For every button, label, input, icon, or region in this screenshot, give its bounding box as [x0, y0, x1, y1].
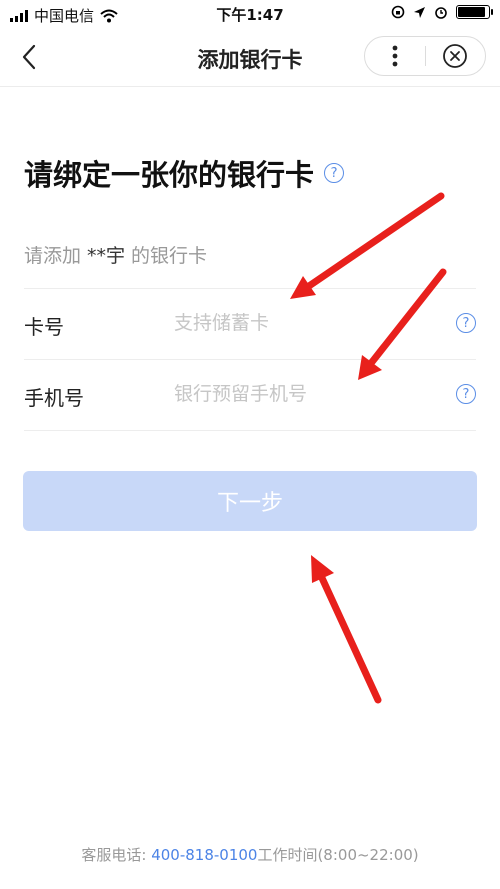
annotation-arrow-card: [290, 192, 445, 299]
card-number-input[interactable]: [174, 307, 424, 339]
help-icon[interactable]: ?: [324, 163, 345, 183]
card-number-label: 卡号: [24, 315, 64, 339]
phone-row: 手机号 ?: [24, 359, 476, 430]
more-vertical-icon: [392, 45, 398, 67]
navigation-bar: 添加银行卡: [0, 28, 500, 87]
service-hours: 工作时间(8:00~22:00): [257, 846, 419, 864]
divider: [24, 430, 476, 431]
phone-help-icon[interactable]: ?: [456, 384, 476, 404]
phone-input[interactable]: [174, 378, 424, 410]
service-phone-link[interactable]: 400-818-0100: [151, 846, 257, 864]
battery-icon: [456, 5, 493, 19]
bind-subtitle: 请添加 **宇 的银行卡: [24, 241, 207, 268]
alarm-icon: [435, 7, 447, 19]
card-number-row: 卡号 ?: [24, 288, 476, 359]
status-bar: 中国电信 下午1:47: [0, 0, 500, 28]
annotation-arrows: [290, 192, 447, 704]
location-icon: [414, 6, 425, 18]
cardholder-name: **宇: [87, 245, 126, 267]
card-number-help-icon[interactable]: ?: [456, 313, 476, 333]
subtitle-suffix: 的银行卡: [131, 245, 208, 267]
orientation-lock-icon: [391, 5, 405, 19]
annotation-arrow-button: [311, 555, 382, 704]
close-circle-icon: [443, 44, 467, 68]
battery-level: [458, 7, 485, 17]
page-heading: 请绑定一张你的银行卡: [24, 158, 315, 192]
service-label: 客服电话:: [81, 846, 152, 864]
subtitle-prefix: 请添加: [24, 245, 82, 267]
miniapp-capsule: [364, 36, 486, 76]
customer-service-footer: 客服电话: 400-818-0100工作时间(8:00~22:00): [0, 844, 500, 865]
heading-row: 请绑定一张你的银行卡 ?: [24, 152, 345, 194]
close-button[interactable]: [425, 37, 485, 75]
more-button[interactable]: [365, 37, 425, 75]
status-right: [391, 5, 493, 19]
phone-label: 手机号: [24, 386, 84, 410]
next-step-button[interactable]: 下一步: [23, 471, 477, 531]
